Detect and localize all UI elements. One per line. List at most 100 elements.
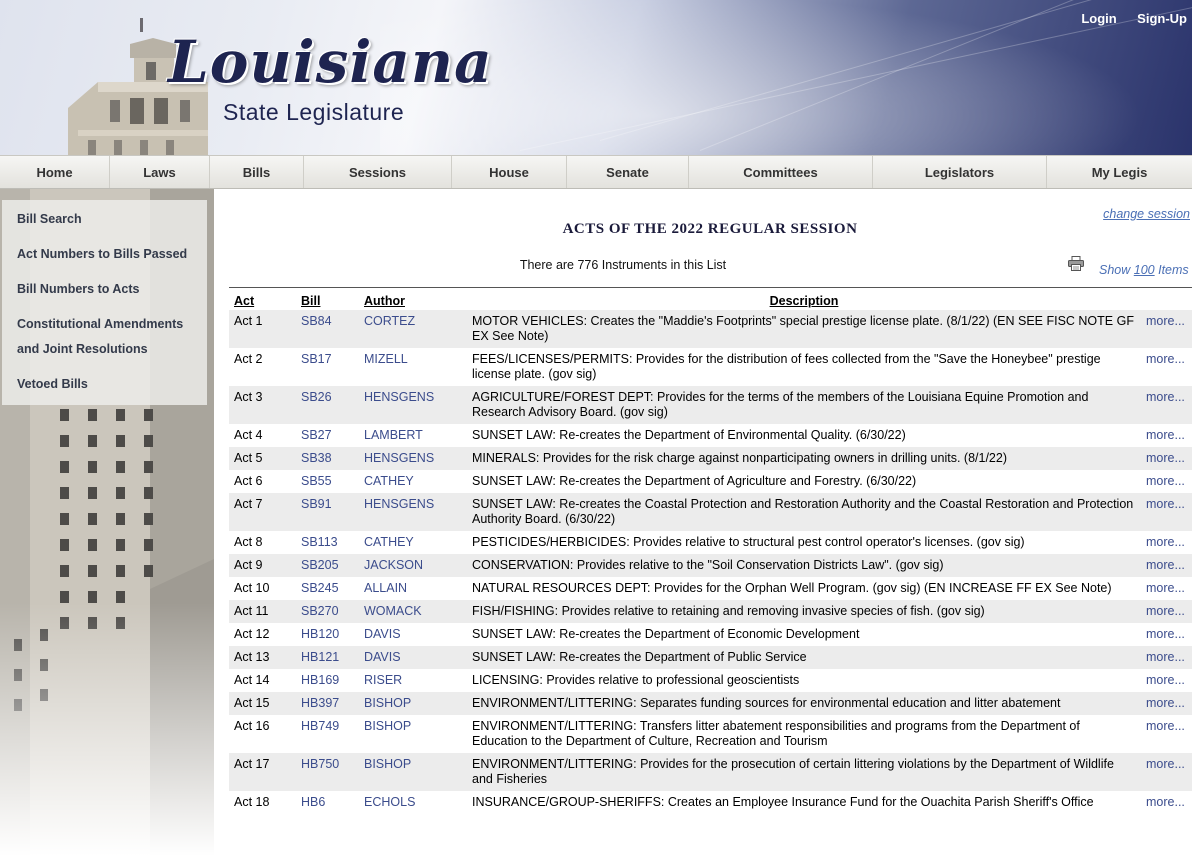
nav-item-bills[interactable]: Bills [210,156,304,188]
more-link[interactable]: more... [1141,424,1192,447]
sidebar-item-vetoed-bills[interactable]: Vetoed Bills [17,377,207,391]
column-header-bill[interactable]: Bill [296,288,359,310]
bill-link[interactable]: HB121 [296,646,359,669]
instrument-count: There are 776 Instruments in this List [519,258,727,272]
nav-item-legislators[interactable]: Legislators [873,156,1047,188]
sidebar-item-bill-search[interactable]: Bill Search [17,212,207,226]
more-link[interactable]: more... [1141,493,1192,531]
act-number-cell: Act 8 [229,531,296,554]
show-items-suffix: Items [1158,263,1189,277]
more-link[interactable]: more... [1141,470,1192,493]
table-row: Act 7 SB91 HENSGENS SUNSET LAW: Re-creates … [229,493,1192,531]
bill-link[interactable]: HB6 [296,791,359,814]
signup-link[interactable]: Sign-Up [1137,11,1187,26]
author-link[interactable]: DAVIS [359,623,467,646]
description-cell: MINERALS: Provides for the risk charge a… [467,447,1141,470]
author-link[interactable]: LAMBERT [359,424,467,447]
description-cell: PESTICIDES/HERBICIDES: Provides relative… [467,531,1141,554]
author-link[interactable]: RISER [359,669,467,692]
description-cell: SUNSET LAW: Re-creates the Department of… [467,623,1141,646]
sidebar-item-bill-numbers-to-acts[interactable]: Bill Numbers to Acts [17,282,207,296]
nav-item-home[interactable]: Home [0,156,110,188]
description-cell: SUNSET LAW: Re-creates the Department of… [467,646,1141,669]
more-link[interactable]: more... [1141,531,1192,554]
act-number-cell: Act 5 [229,447,296,470]
bill-link[interactable]: SB270 [296,600,359,623]
table-row: Act 4 SB27 LAMBERT SUNSET LAW: Re-creates t… [229,424,1192,447]
bill-link[interactable]: SB38 [296,447,359,470]
show-items-prefix: Show [1099,263,1131,277]
author-link[interactable]: BISHOP [359,692,467,715]
more-link[interactable]: more... [1141,791,1192,814]
more-link[interactable]: more... [1141,646,1192,669]
more-link[interactable]: more... [1141,554,1192,577]
table-row: Act 6 SB55 CATHEY SUNSET LAW: Re-creates th… [229,470,1192,493]
author-link[interactable]: JACKSON [359,554,467,577]
act-number-cell: Act 15 [229,692,296,715]
more-link[interactable]: more... [1141,753,1192,791]
sidebar-item-joint-resolutions[interactable]: and Joint Resolutions [17,342,207,356]
act-number-cell: Act 13 [229,646,296,669]
nav-item-sessions[interactable]: Sessions [304,156,452,188]
more-link[interactable]: more... [1141,386,1192,424]
bill-link[interactable]: SB113 [296,531,359,554]
author-link[interactable]: BISHOP [359,715,467,753]
bill-link[interactable]: SB26 [296,386,359,424]
bill-link[interactable]: HB397 [296,692,359,715]
sidebar-item-act-numbers-to-bills[interactable]: Act Numbers to Bills Passed [17,247,207,261]
more-link[interactable]: more... [1141,669,1192,692]
bill-link[interactable]: HB120 [296,623,359,646]
bill-link[interactable]: HB750 [296,753,359,791]
act-number-cell: Act 9 [229,554,296,577]
author-link[interactable]: BISHOP [359,753,467,791]
column-header-description[interactable]: Description [467,288,1141,310]
bill-link[interactable]: SB91 [296,493,359,531]
more-link[interactable]: more... [1141,692,1192,715]
bill-link[interactable]: HB169 [296,669,359,692]
table-row: Act 15 HB397 BISHOP ENVIRONMENT/LITTERING: … [229,692,1192,715]
bill-link[interactable]: SB84 [296,310,359,348]
more-link[interactable]: more... [1141,310,1192,348]
bill-link[interactable]: SB205 [296,554,359,577]
login-link[interactable]: Login [1081,11,1116,26]
author-link[interactable]: CORTEZ [359,310,467,348]
nav-item-senate[interactable]: Senate [567,156,689,188]
column-header-act[interactable]: Act [229,288,296,310]
author-link[interactable]: DAVIS [359,646,467,669]
nav-item-house[interactable]: House [452,156,567,188]
nav-item-my-legis[interactable]: My Legis [1047,156,1192,188]
author-link[interactable]: CATHEY [359,531,467,554]
site-logo-title[interactable]: Louisiana [168,28,493,96]
bill-link[interactable]: SB17 [296,348,359,386]
author-link[interactable]: ALLAIN [359,577,467,600]
site-logo-subtitle[interactable]: State Legislature [223,99,404,126]
bill-link[interactable]: SB55 [296,470,359,493]
author-link[interactable]: ECHOLS [359,791,467,814]
printer-icon[interactable] [1068,256,1084,271]
more-link[interactable]: more... [1141,348,1192,386]
bill-link[interactable]: SB27 [296,424,359,447]
column-header-author[interactable]: Author [359,288,467,310]
bill-link[interactable]: HB749 [296,715,359,753]
nav-item-committees[interactable]: Committees [689,156,873,188]
more-link[interactable]: more... [1141,447,1192,470]
description-cell: MOTOR VEHICLES: Creates the "Maddie's Fo… [467,310,1141,348]
more-link[interactable]: more... [1141,623,1192,646]
more-link[interactable]: more... [1141,600,1192,623]
more-link[interactable]: more... [1141,577,1192,600]
author-link[interactable]: MIZELL [359,348,467,386]
author-link[interactable]: CATHEY [359,470,467,493]
change-session-link[interactable]: change session [1103,207,1190,221]
show-items-count-link[interactable]: 100 [1134,263,1155,277]
nav-item-laws[interactable]: Laws [110,156,210,188]
act-number-cell: Act 1 [229,310,296,348]
author-link[interactable]: WOMACK [359,600,467,623]
sidebar-item-constitutional-amendments[interactable]: Constitutional Amendments [17,317,207,331]
author-link[interactable]: HENSGENS [359,493,467,531]
description-cell: INSURANCE/GROUP-SHERIFFS: Creates an Emp… [467,791,1141,814]
bill-link[interactable]: SB245 [296,577,359,600]
author-link[interactable]: HENSGENS [359,386,467,424]
author-link[interactable]: HENSGENS [359,447,467,470]
more-link[interactable]: more... [1141,715,1192,753]
table-row: Act 12 HB120 DAVIS SUNSET LAW: Re-creates t… [229,623,1192,646]
